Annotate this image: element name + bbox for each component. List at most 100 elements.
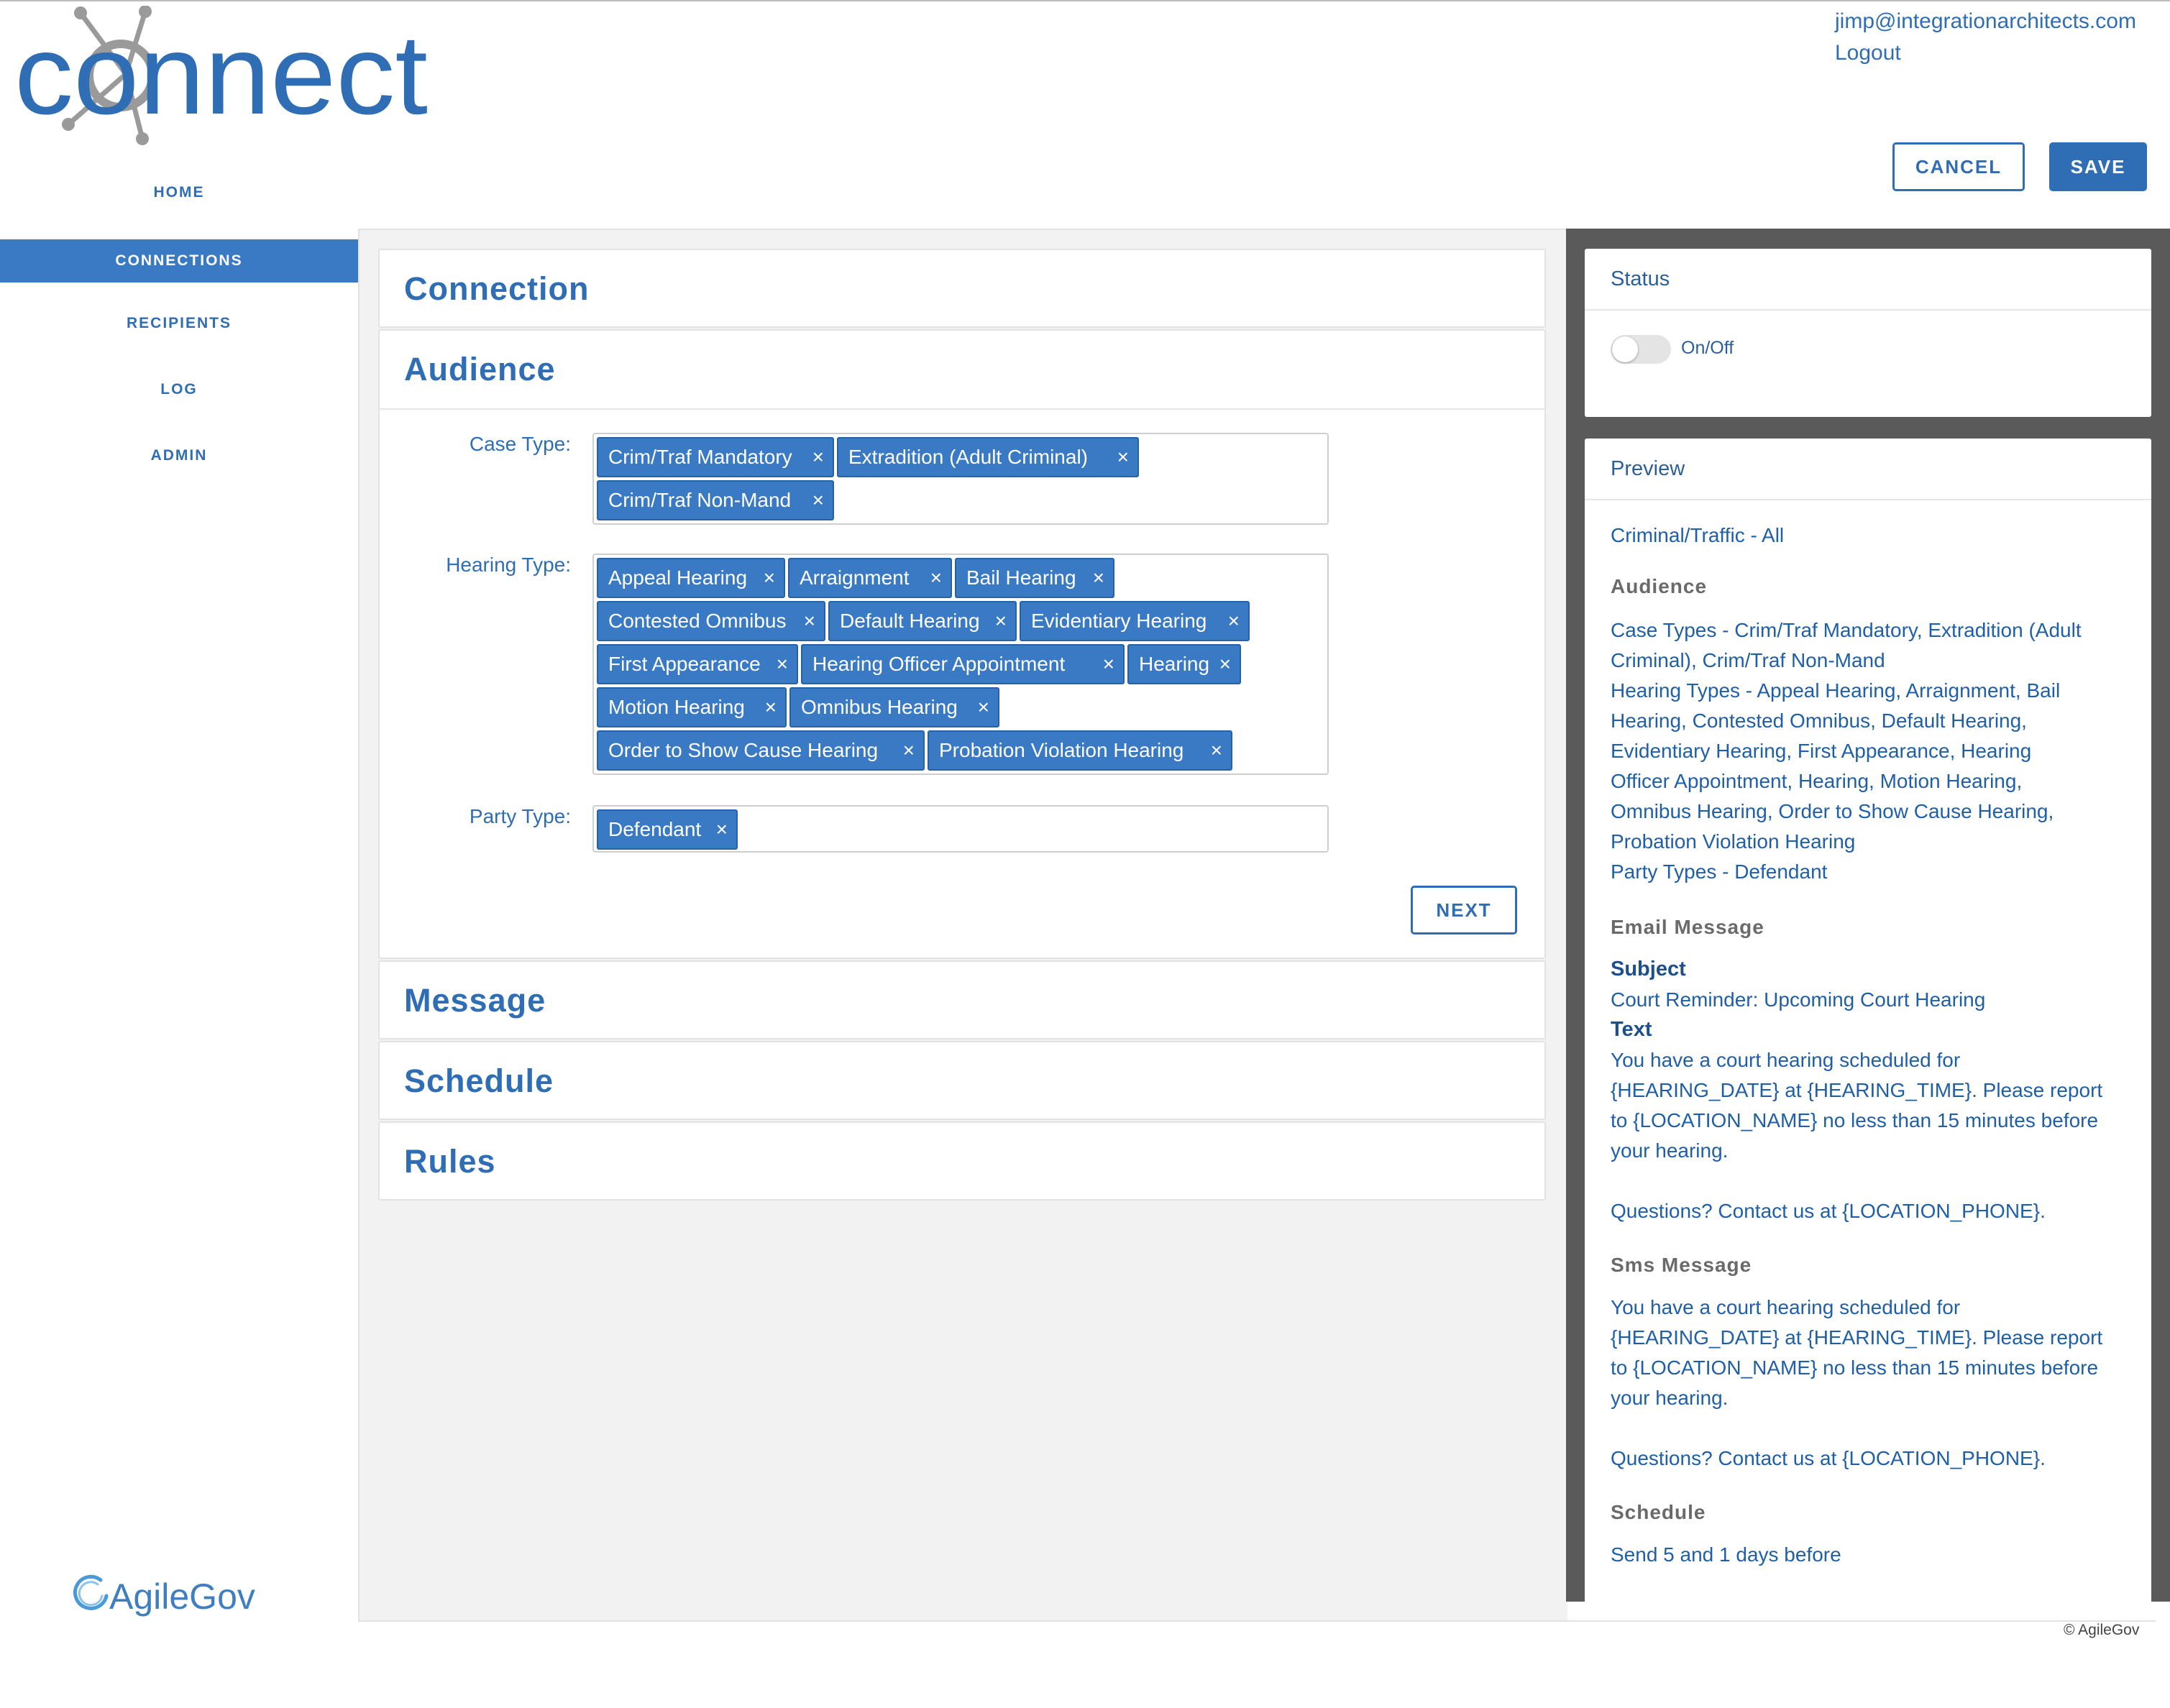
preview-email-heading: Email Message [1611, 916, 1764, 938]
user-menu: jimp@integrationarchitects.com Logout [1835, 6, 2151, 69]
chip-hearing-type: Hearing × [1127, 644, 1241, 684]
preview-text-line: {HEARING_DATE} at {HEARING_TIME}. Please… [1611, 1326, 2103, 1349]
preview-sms-heading: Sms Message [1611, 1254, 1752, 1276]
remove-chip-icon[interactable]: × [777, 646, 788, 683]
remove-chip-icon[interactable]: × [812, 482, 824, 519]
case-type-label: Case Type: [469, 433, 571, 455]
remove-chip-icon[interactable]: × [995, 602, 1007, 640]
user-email-link[interactable]: jimp@integrationarchitects.com [1835, 6, 2151, 37]
preview-text-line: Criminal), Crim/Traf Non-Mand [1611, 649, 1885, 671]
chip-label: Extradition (Adult Criminal) [848, 446, 1088, 468]
preview-text-line: You have a court hearing scheduled for [1611, 1296, 1961, 1318]
chip-hearing-type: First Appearance × [597, 644, 798, 684]
rules-section-title[interactable]: Rules [404, 1123, 496, 1200]
connection-section-title[interactable]: Connection [404, 250, 589, 328]
status-card-title: Status [1585, 249, 2151, 311]
remove-chip-icon[interactable]: × [765, 689, 777, 726]
remove-chip-icon[interactable]: × [764, 559, 775, 597]
preview-text-line: Case Types - Crim/Traf Mandatory, Extrad… [1611, 619, 2082, 641]
remove-chip-icon[interactable]: × [1103, 646, 1114, 683]
logout-link[interactable]: Logout [1835, 37, 2151, 69]
chip-label: Appeal Hearing [608, 566, 748, 589]
chip-hearing-type: Default Hearing × [828, 601, 1017, 641]
top-border [0, 0, 2170, 1]
chip-label: Crim/Traf Mandatory [608, 446, 792, 468]
preview-text-line: to {LOCATION_NAME} no less than 15 minut… [1611, 1109, 2099, 1131]
preview-audience-heading: Audience [1611, 575, 1708, 597]
remove-chip-icon[interactable]: × [1211, 732, 1222, 769]
message-section-title[interactable]: Message [404, 962, 546, 1039]
save-button[interactable]: SAVE [2049, 142, 2147, 191]
chip-label: Omnibus Hearing [801, 696, 958, 718]
case-type-field[interactable]: Crim/Traf Mandatory × Extradition (Adult … [592, 433, 1329, 525]
remove-chip-icon[interactable]: × [716, 811, 728, 848]
chip-label: First Appearance [608, 653, 761, 675]
status-card: Status On/Off [1585, 249, 2151, 417]
cancel-button[interactable]: CANCEL [1892, 142, 2025, 191]
remove-chip-icon[interactable]: × [812, 439, 824, 476]
party-type-label: Party Type: [469, 805, 571, 827]
preview-schedule-value: Send 5 and 1 days before [1611, 1543, 1841, 1566]
preview-text-line: to {LOCATION_NAME} no less than 15 minut… [1611, 1356, 2099, 1379]
remove-chip-icon[interactable]: × [1228, 602, 1240, 640]
preview-text-line: Evidentiary Hearing, First Appearance, H… [1611, 740, 2032, 762]
status-toggle[interactable] [1611, 335, 1671, 364]
preview-text-line: Questions? Contact us at {LOCATION_PHONE… [1611, 1200, 2046, 1222]
connection-section[interactable]: Connection [378, 249, 1546, 328]
next-button[interactable]: NEXT [1411, 886, 1517, 935]
chip-label: Probation Violation Hearing [939, 739, 1184, 761]
preview-text-line: Party Types - Defendant [1611, 860, 1828, 883]
agilegov-logo-text: AgileGov [109, 1576, 255, 1617]
message-section[interactable]: Message [378, 960, 1546, 1039]
status-toggle-label: On/Off [1681, 338, 1734, 358]
nav-connections[interactable]: CONNECTIONS [0, 239, 358, 283]
nav-admin[interactable]: ADMIN [0, 434, 358, 477]
preview-card-title: Preview [1585, 439, 2151, 500]
schedule-section[interactable]: Schedule [378, 1041, 1546, 1120]
chip-label: Bail Hearing [966, 566, 1076, 589]
party-type-field[interactable]: Defendant × [592, 805, 1329, 853]
rules-section[interactable]: Rules [378, 1121, 1546, 1200]
toggle-knob [1612, 336, 1638, 362]
preview-subject-label: Subject [1611, 958, 1686, 981]
remove-chip-icon[interactable]: × [1219, 646, 1231, 683]
remove-chip-icon[interactable]: × [1093, 559, 1104, 597]
chip-label: Hearing [1139, 653, 1210, 675]
chip-hearing-type: Appeal Hearing × [597, 558, 785, 598]
preview-text-line: You have a court hearing scheduled for [1611, 1049, 1961, 1071]
preview-text-line: Hearing Types - Appeal Hearing, Arraignm… [1611, 679, 2061, 702]
chip-label: Contested Omnibus [608, 610, 787, 632]
chip-label: Defendant [608, 818, 702, 840]
chip-label: Hearing Officer Appointment [812, 653, 1066, 675]
connect-logo: connect [14, 6, 428, 145]
preview-text-line: Officer Appointment, Hearing, Motion Hea… [1611, 770, 2023, 792]
logo-text: connect [14, 12, 428, 138]
chip-hearing-type: Bail Hearing × [955, 558, 1114, 598]
chip-label: Crim/Traf Non-Mand [608, 489, 792, 511]
remove-chip-icon[interactable]: × [903, 732, 915, 769]
copyright-text: © AgileGov [2064, 1622, 2140, 1638]
footer-divider [358, 1620, 2156, 1622]
remove-chip-icon[interactable]: × [1117, 439, 1129, 476]
nav-log[interactable]: LOG [0, 368, 358, 411]
hearing-type-field[interactable]: Appeal Hearing × Arraignment × Bail Hearin… [592, 554, 1329, 775]
chip-label: Order to Show Cause Hearing [608, 739, 879, 761]
remove-chip-icon[interactable]: × [804, 602, 815, 640]
audience-section-title[interactable]: Audience [404, 331, 556, 408]
chip-case-type: Extradition (Adult Criminal) × [837, 437, 1139, 477]
chip-case-type: Crim/Traf Mandatory × [597, 437, 834, 477]
remove-chip-icon[interactable]: × [930, 559, 942, 597]
nav-recipients[interactable]: RECIPIENTS [0, 302, 358, 345]
chip-case-type: Crim/Traf Non-Mand × [597, 480, 834, 520]
nav-home[interactable]: HOME [0, 171, 358, 214]
preview-text-line: your hearing. [1611, 1139, 1729, 1162]
chip-hearing-type: Order to Show Cause Hearing × [597, 730, 925, 771]
chip-hearing-type: Probation Violation Hearing × [928, 730, 1232, 771]
chip-party-type: Defendant × [597, 809, 738, 850]
agilegov-logo: AgileGov [73, 1574, 255, 1617]
schedule-section-title[interactable]: Schedule [404, 1042, 554, 1120]
chip-hearing-type: Evidentiary Hearing × [1020, 601, 1250, 641]
remove-chip-icon[interactable]: × [978, 689, 989, 726]
preview-connection-name: Criminal/Traffic - All [1611, 524, 1785, 546]
hearing-type-label: Hearing Type: [446, 554, 571, 576]
